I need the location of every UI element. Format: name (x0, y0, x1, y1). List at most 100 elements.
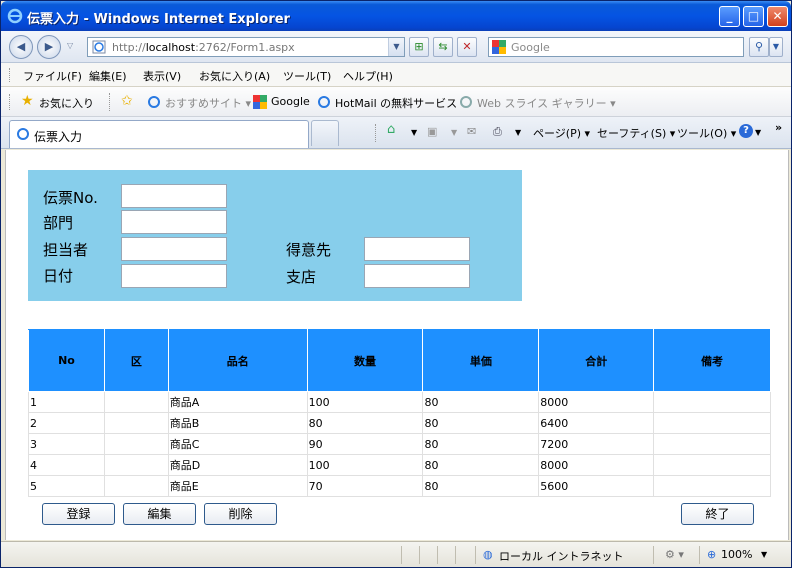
read-mail-icon[interactable]: ✉ (467, 125, 476, 138)
intranet-zone-icon: ◍ (483, 548, 493, 561)
menu-view[interactable]: 表示(V) (143, 68, 181, 84)
ie-logo-icon (7, 8, 23, 24)
toolbar-grip (9, 94, 12, 110)
tab-label: 伝票入力 (34, 130, 83, 144)
cell-item-name: 商品D (167, 454, 308, 476)
date-input[interactable] (121, 264, 227, 288)
cell-category (103, 475, 169, 497)
divider (109, 93, 110, 111)
search-input[interactable]: Google (488, 37, 744, 57)
print-icon[interactable]: ⎙ (493, 125, 502, 139)
menu-edit[interactable]: 編集(E) (89, 68, 127, 84)
help-dropdown-icon[interactable]: ▼ (755, 128, 761, 137)
protected-mode-icon[interactable]: ⚙ ▾ (665, 548, 684, 561)
header-unit-price: 単価 (422, 329, 540, 392)
menu-file[interactable]: ファイル(F) (23, 68, 82, 84)
cell-remarks (653, 475, 771, 497)
branch-label: 支店 (286, 268, 317, 286)
address-bar: ◀ ▶ ▽ http://localhost:2762/Form1.aspx ▼… (1, 31, 791, 63)
zoom-level[interactable]: 100% (721, 548, 752, 561)
zoom-dropdown-icon[interactable]: ▼ (761, 550, 767, 559)
table-row[interactable]: 4 商品D 100 80 8000 (28, 454, 771, 476)
tools-menu[interactable]: ツール(O) ▾ (677, 125, 736, 141)
favorites-button[interactable]: お気に入り (39, 95, 94, 111)
print-dropdown-icon[interactable]: ▼ (515, 128, 521, 137)
ie-page-icon (460, 96, 472, 108)
close-button[interactable]: ✕ (767, 6, 788, 27)
add-favorite-icon[interactable]: ✩ (121, 93, 133, 109)
menu-tools[interactable]: ツール(T) (283, 68, 331, 84)
url-field[interactable]: http://localhost:2762/Form1.aspx ▼ (87, 37, 405, 57)
toolbar-grip (9, 68, 12, 82)
divider (401, 546, 402, 564)
department-input[interactable] (121, 210, 227, 234)
cell-total: 7200 (538, 433, 655, 455)
staff-input[interactable] (121, 237, 227, 261)
search-options-icon[interactable]: ▼ (769, 37, 783, 57)
menu-favorites[interactable]: お気に入り(A) (199, 68, 270, 84)
more-chevron-icon[interactable]: » (775, 121, 782, 134)
url-text: http://localhost:2762/Form1.aspx (112, 41, 295, 54)
refresh-icon[interactable]: ⇆ (433, 37, 453, 57)
cell-total: 8000 (538, 454, 655, 476)
table-row[interactable]: 5 商品E 70 80 5600 (28, 475, 771, 497)
minimize-button[interactable]: _ (719, 6, 740, 27)
home-dropdown-icon[interactable]: ▼ (411, 128, 417, 137)
suggested-sites-link[interactable]: おすすめサイト ▾ (165, 95, 251, 111)
cell-category (103, 433, 169, 455)
url-dropdown-icon[interactable]: ▼ (388, 38, 404, 56)
exit-button[interactable]: 終了 (681, 503, 754, 525)
maximize-button[interactable]: □ (743, 6, 764, 27)
menu-help[interactable]: ヘルプ(H) (343, 68, 393, 84)
table-row[interactable]: 3 商品C 90 80 7200 (28, 433, 771, 455)
back-button[interactable]: ◀ (9, 35, 33, 59)
home-icon[interactable]: ⌂ (387, 122, 395, 137)
toolbar-grip (375, 124, 376, 142)
cell-no: 2 (28, 412, 105, 434)
date-label: 日付 (43, 267, 74, 285)
page-content: 伝票No. 部門 担当者 日付 得意先 支店 No 区 品名 数量 単価 合計 (5, 150, 789, 540)
branch-input[interactable] (364, 264, 470, 288)
cell-unit-price: 80 (422, 475, 540, 497)
header-no: No (28, 329, 105, 392)
page-menu[interactable]: ページ(P) ▾ (533, 125, 590, 141)
cell-quantity: 100 (306, 454, 424, 476)
window-title: 伝票入力 - Windows Internet Explorer (27, 12, 290, 27)
customer-input[interactable] (364, 237, 470, 261)
edit-button[interactable]: 編集 (123, 503, 196, 525)
forward-button[interactable]: ▶ (37, 35, 61, 59)
zoom-icon[interactable]: ⊕ (707, 548, 716, 561)
voucher-no-label: 伝票No. (43, 189, 98, 207)
voucher-no-input[interactable] (121, 184, 227, 208)
web-slice-gallery-link[interactable]: Web スライス ギャラリー ▾ (477, 95, 616, 111)
help-icon[interactable]: ? (739, 124, 753, 138)
new-tab-button[interactable] (311, 120, 339, 146)
google-link[interactable]: Google (271, 95, 310, 108)
cell-no: 1 (28, 391, 105, 413)
compatibility-view-icon[interactable]: ⊞ (409, 37, 429, 57)
hotmail-link[interactable]: HotMail の無料サービス (335, 95, 457, 111)
feeds-icon[interactable]: ▣ (427, 125, 437, 138)
cell-no: 3 (28, 433, 105, 455)
divider (437, 546, 438, 564)
feeds-dropdown-icon[interactable]: ▼ (451, 128, 457, 137)
cell-remarks (653, 412, 771, 434)
stop-icon[interactable]: ✕ (457, 37, 477, 57)
cell-item-name: 商品C (167, 433, 308, 455)
favorites-star-icon: ★ (21, 93, 34, 109)
zone-text: ローカル イントラネット (499, 550, 624, 563)
tab-voucher-entry[interactable]: 伝票入力 (9, 120, 309, 148)
register-button[interactable]: 登録 (42, 503, 115, 525)
google-icon (253, 95, 267, 109)
status-bar: ◍ ローカル イントラネット ⚙ ▾ ⊕ 100% ▼ (1, 541, 791, 567)
table-row[interactable]: 1 商品A 100 80 8000 (28, 391, 771, 413)
table-row[interactable]: 2 商品B 80 80 6400 (28, 412, 771, 434)
safety-menu[interactable]: セーフティ(S) ▾ (597, 125, 675, 141)
customer-label: 得意先 (286, 241, 332, 259)
history-dropdown-icon[interactable]: ▽ (67, 41, 73, 50)
search-icon[interactable]: ⚲ (749, 37, 769, 57)
cell-total: 5600 (538, 475, 655, 497)
search-placeholder: Google (511, 41, 550, 54)
delete-button[interactable]: 削除 (204, 503, 277, 525)
cell-unit-price: 80 (422, 391, 540, 413)
